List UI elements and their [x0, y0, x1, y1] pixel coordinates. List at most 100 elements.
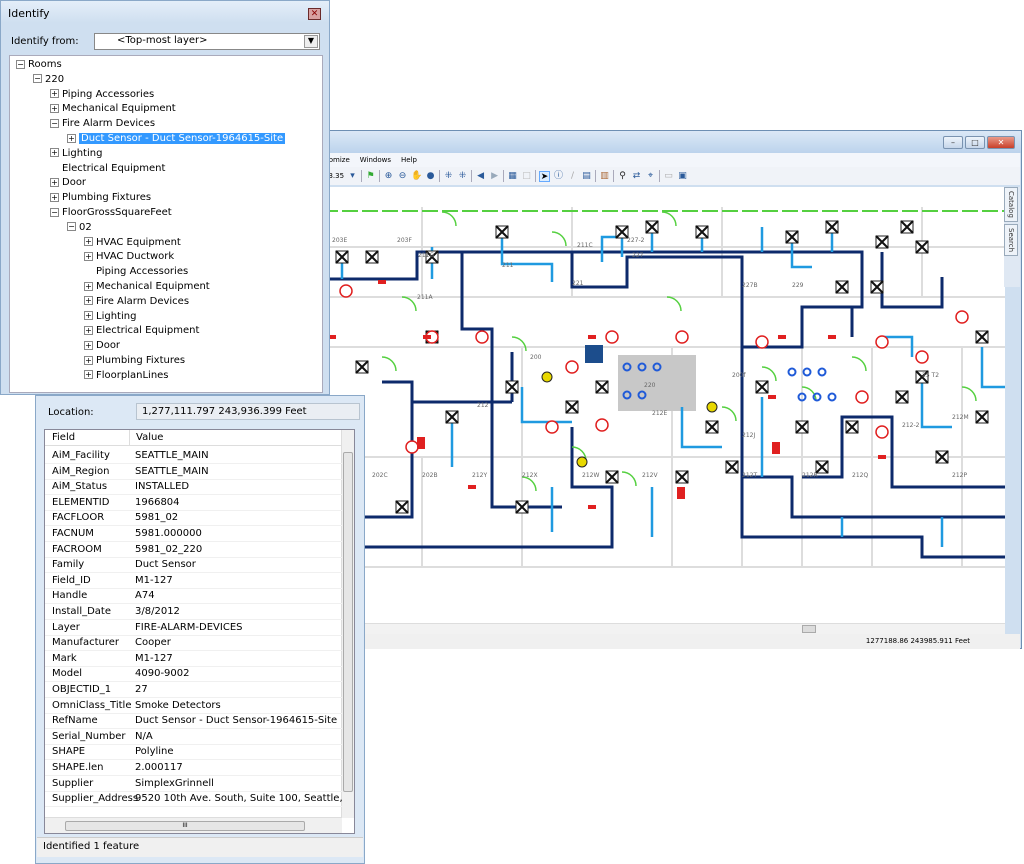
tree-node[interactable]: + Mechanical Equipment	[50, 102, 176, 116]
field-column-header[interactable]: Field	[52, 430, 75, 446]
expand-icon[interactable]: +	[84, 251, 93, 261]
table-row[interactable]: OBJECTID_1 27	[45, 682, 342, 698]
tree-node[interactable]: + Electrical Equipment	[84, 324, 199, 338]
flag-icon[interactable]: ⚑	[365, 171, 376, 182]
route-icon[interactable]: ⇄	[631, 171, 642, 182]
tree-node[interactable]: + FloorplanLines	[84, 369, 169, 383]
table-row[interactable]: RefName Duct Sensor - Duct Sensor-1964615…	[45, 713, 342, 730]
scroll-thumb[interactable]	[343, 452, 353, 792]
expand-icon[interactable]: +	[50, 103, 59, 113]
map-canvas[interactable]: 203E 203F 211G 211 211C 227-2 211A 221 227 227B 22…	[322, 187, 1005, 623]
back-icon[interactable]: ◀	[475, 171, 486, 182]
zoom-in-icon[interactable]: ⊕	[383, 171, 394, 182]
table-row[interactable]: ELEMENTID 1966804	[45, 495, 342, 511]
table-row[interactable]: Field_ID M1-127	[45, 573, 342, 589]
table-row[interactable]: AiM_Facility SEATTLE_MAIN	[45, 448, 342, 464]
expand-icon[interactable]: +	[84, 281, 93, 291]
table-row[interactable]: Supplier_Address 9520 10th Ave. South, Su…	[45, 791, 342, 808]
expand-icon[interactable]: +	[50, 89, 59, 99]
table-row[interactable]: AiM_Status INSTALLED	[45, 479, 342, 496]
table-row[interactable]: FACFLOOR 5981_02	[45, 510, 342, 527]
table-row[interactable]: OmniClass_Title Smoke Detectors	[45, 698, 342, 714]
collapse-icon[interactable]: −	[16, 59, 25, 69]
select-elements-icon[interactable]: ➤	[539, 170, 551, 182]
globe-icon[interactable]: ●	[425, 171, 436, 182]
close-identify-button[interactable]: ✕	[308, 8, 321, 20]
expand-icon[interactable]: +	[67, 133, 76, 143]
minimize-button[interactable]: –	[943, 136, 963, 149]
table-row[interactable]: SHAPE.len 2.000117	[45, 760, 342, 776]
expand-icon[interactable]: +	[50, 148, 59, 158]
expand-icon[interactable]: +	[84, 355, 93, 365]
identify-from-select[interactable]: <Top-most layer> ▼	[94, 33, 320, 50]
table-row[interactable]: FACNUM 5981.000000	[45, 526, 342, 542]
tree-node[interactable]: + Lighting	[84, 310, 136, 324]
collapse-icon[interactable]: −	[50, 118, 59, 128]
fixed-zoom-out-icon[interactable]: ⁜	[457, 171, 468, 182]
expand-icon[interactable]: +	[84, 296, 93, 306]
table-row[interactable]: Handle A74	[45, 588, 342, 605]
scroll-thumb[interactable]	[802, 625, 816, 633]
tree-node[interactable]: + Fire Alarm Devices	[84, 295, 189, 309]
expand-icon[interactable]: +	[84, 370, 93, 380]
tab-search[interactable]: Search	[1004, 223, 1018, 256]
table-row[interactable]: Manufacturer Cooper	[45, 635, 342, 652]
menu-windows[interactable]: Windows	[360, 156, 391, 164]
collapse-icon[interactable]: −	[67, 222, 76, 232]
zoom-out-icon[interactable]: ⊖	[397, 171, 408, 182]
tree-node[interactable]: −220	[33, 73, 64, 87]
tree-node[interactable]: + Plumbing Fixtures	[84, 354, 185, 368]
expand-icon[interactable]: +	[84, 311, 93, 321]
collapse-icon[interactable]: −	[50, 207, 59, 217]
time-slider-icon[interactable]: ▭	[663, 171, 674, 182]
table-row[interactable]: Supplier SimplexGrinnell	[45, 776, 342, 792]
tree-node[interactable]: + Piping Accessories	[50, 88, 154, 102]
table-row[interactable]: Mark M1-127	[45, 651, 342, 667]
pan-icon[interactable]: ✋	[411, 171, 422, 182]
close-button[interactable]: ✕	[987, 136, 1015, 149]
tree-node[interactable]: + Mechanical Equipment	[84, 280, 210, 294]
select-features-icon[interactable]: ▦	[507, 171, 518, 182]
table-row[interactable]: AiM_Region SEATTLE_MAIN	[45, 464, 342, 480]
maximize-button[interactable]: □	[965, 136, 985, 149]
table-row[interactable]: SHAPE Polyline	[45, 744, 342, 761]
tree-node[interactable]: + Door	[50, 176, 86, 190]
clear-selection-icon[interactable]: □	[521, 171, 532, 182]
go-to-xy-icon[interactable]: ⌖	[645, 171, 656, 182]
tree-node[interactable]: Piping Accessories	[84, 265, 188, 279]
chevron-down-icon[interactable]: ▼	[304, 35, 318, 48]
scroll-thumb[interactable]: III	[65, 821, 305, 831]
table-row[interactable]: Layer FIRE-ALARM-DEVICES	[45, 620, 342, 636]
dropdown-icon[interactable]: ▾	[347, 171, 358, 182]
collapse-icon[interactable]: −	[33, 74, 42, 84]
tree-node[interactable]: − FloorGrossSquareFeet	[50, 206, 172, 220]
table-horizontal-scrollbar[interactable]: III	[45, 817, 342, 833]
tree-node[interactable]: + HVAC Equipment	[84, 236, 181, 250]
tree-node[interactable]: + Door	[84, 339, 120, 353]
expand-icon[interactable]: +	[50, 192, 59, 202]
tab-catalog[interactable]: Catalog	[1004, 187, 1018, 222]
fixed-zoom-in-icon[interactable]: ⁜	[443, 171, 454, 182]
measure-icon[interactable]: ▥	[599, 171, 610, 182]
hyperlink-icon[interactable]: /	[567, 171, 578, 182]
menu-help[interactable]: Help	[401, 156, 417, 164]
table-row[interactable]: Install_Date 3/8/2012	[45, 604, 342, 620]
expand-icon[interactable]: +	[84, 325, 93, 335]
expand-icon[interactable]: +	[84, 340, 93, 350]
identify-icon[interactable]: ⓘ	[553, 171, 564, 182]
expand-icon[interactable]: +	[84, 237, 93, 247]
tree-node[interactable]: + Duct Sensor - Duct Sensor-1964615-Site	[67, 132, 286, 146]
html-popup-icon[interactable]: ▤	[581, 171, 592, 182]
tree-node[interactable]: − Fire Alarm Devices	[50, 117, 155, 131]
value-column-header[interactable]: Value	[129, 430, 336, 446]
expand-icon[interactable]: +	[50, 177, 59, 187]
tree-node[interactable]: + Lighting	[50, 147, 102, 161]
create-viewer-icon[interactable]: ▣	[677, 171, 688, 182]
tree-node[interactable]: −02	[67, 221, 92, 235]
table-row[interactable]: Serial_Number N/A	[45, 729, 342, 745]
tree-node[interactable]: − Rooms	[16, 58, 62, 72]
table-row[interactable]: FACROOM 5981_02_220	[45, 542, 342, 558]
tree-node[interactable]: + Plumbing Fixtures	[50, 191, 151, 205]
tree-node[interactable]: + HVAC Ductwork	[84, 250, 174, 264]
tree-node[interactable]: Electrical Equipment	[50, 162, 165, 176]
